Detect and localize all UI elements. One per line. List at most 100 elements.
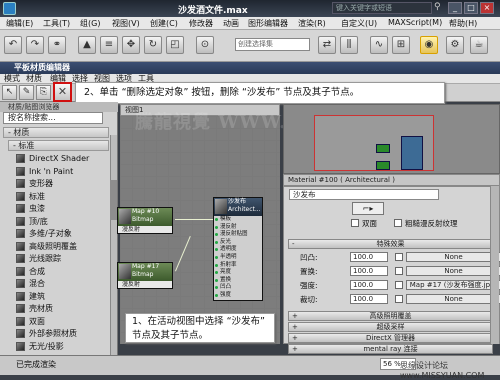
browser-scroll-thumb[interactable] — [110, 180, 117, 220]
material-slot[interactable]: 模板 — [214, 216, 262, 224]
material-list-item[interactable]: 高级照明覆盖 — [14, 241, 109, 252]
rotate-icon[interactable]: ↻ — [144, 36, 162, 54]
material-list-item[interactable]: Ink 'n Paint — [14, 166, 109, 177]
material-list-item[interactable]: 多维/子对象 — [14, 228, 109, 239]
maximize-icon[interactable]: □ — [464, 2, 478, 14]
category-materials[interactable]: - 材质 — [3, 127, 109, 138]
material-list-label: 双面 — [29, 316, 45, 326]
select-tool-icon[interactable]: ↖ — [2, 85, 17, 100]
param-map-checkbox[interactable] — [395, 281, 403, 289]
assign-material-icon[interactable]: ⎘ — [36, 85, 51, 100]
max-app-icon[interactable] — [3, 2, 16, 15]
material-slot[interactable]: 半透明 — [214, 254, 262, 262]
category-standard[interactable]: - 标准 — [8, 140, 109, 151]
node-map-a[interactable]: Map #10 Bitmap 漫反射 — [117, 207, 173, 234]
undo-icon[interactable]: ↶ — [4, 36, 22, 54]
param-scrollbar[interactable] — [490, 186, 499, 344]
scale-icon[interactable]: ◰ — [166, 36, 184, 54]
material-slot[interactable]: 亮度 — [214, 269, 262, 277]
menu-help[interactable]: 帮助(H) — [449, 18, 477, 29]
material-list-item[interactable]: 双面 — [14, 316, 109, 327]
menu-edit[interactable]: 编辑(E) — [6, 18, 33, 29]
minimize-icon[interactable]: _ — [448, 2, 462, 14]
param-spinner[interactable]: 100.0 — [350, 252, 388, 262]
move-icon[interactable]: ✥ — [122, 36, 140, 54]
delete-selected-button[interactable]: ✕ — [53, 82, 72, 102]
select-object-icon[interactable]: ▲ — [78, 36, 96, 54]
param-map-checkbox[interactable] — [395, 253, 403, 261]
render-setup-icon[interactable]: ⚙ — [446, 36, 464, 54]
render-icon[interactable]: ☕ — [470, 36, 488, 54]
material-list-item[interactable]: 混合 — [14, 278, 109, 289]
param-spinner[interactable]: 100.0 — [350, 266, 388, 276]
param-map-button[interactable]: None — [406, 252, 500, 262]
material-slot[interactable]: 漫反射贴图 — [214, 231, 262, 239]
redo-icon[interactable]: ↷ — [26, 36, 44, 54]
material-list-item[interactable]: 标准 — [14, 191, 109, 202]
slate-menu-material[interactable]: 材质 — [26, 74, 42, 84]
schematic-view-icon[interactable]: ⊞ — [392, 36, 410, 54]
menu-modifiers[interactable]: 修改器 — [189, 18, 213, 29]
curve-editor-icon[interactable]: ∿ — [370, 36, 388, 54]
select-by-name-icon[interactable]: ≡ — [100, 36, 118, 54]
material-list-item[interactable]: 变形器 — [14, 178, 109, 189]
material-slot[interactable]: 凹凸 — [214, 284, 262, 292]
param-map-button[interactable]: Map #17 (沙发布强度.jpg) — [406, 280, 500, 290]
two-sided-checkbox[interactable] — [351, 219, 359, 227]
material-list-item[interactable]: 顶/底 — [14, 216, 109, 227]
rough-diffuse-checkbox[interactable] — [394, 219, 402, 227]
browser-search-input[interactable]: 按名称搜索... — [3, 112, 103, 124]
material-list-item[interactable]: 光线跟踪 — [14, 253, 109, 264]
material-list-label: 无光/投影 — [29, 341, 64, 351]
menu-group[interactable]: 组(G) — [80, 18, 100, 29]
material-swatch-icon — [16, 279, 25, 288]
param-rollout[interactable]: + 高级照明覆盖 — [288, 311, 493, 321]
param-spinner[interactable]: 100.0 — [350, 294, 388, 304]
special-effects-rollout[interactable]: - 特殊效果 — [288, 239, 493, 249]
menu-maxscript[interactable]: MAXScript(M) — [388, 18, 442, 27]
rough-diffuse-label: 粗糙漫反射纹理 — [405, 219, 458, 228]
material-list-item[interactable]: 虫漆 — [14, 203, 109, 214]
material-list-item[interactable]: 建筑 — [14, 291, 109, 302]
menu-customize[interactable]: 自定义(U) — [341, 18, 377, 29]
param-spinner[interactable]: 100.0 — [350, 280, 388, 290]
param-map-button[interactable]: None — [406, 266, 500, 276]
node-material-sofa[interactable]: 沙发布 Architect... 模板 漫反射 漫反射贴图 反光 透明度 半透明 折射率 亮度置… — [213, 197, 263, 301]
material-name-field[interactable]: 沙发布 — [289, 189, 439, 200]
align-icon[interactable]: ⫼ — [340, 36, 358, 54]
material-list-item[interactable]: 壳材质 — [14, 303, 109, 314]
node-map-b[interactable]: Map #17 Bitmap 漫反射 — [117, 262, 173, 289]
material-list-item[interactable]: 无光/投影 — [14, 341, 109, 352]
selection-set-dropdown[interactable]: 创建选择集 — [235, 38, 310, 51]
menu-view[interactable]: 视图(V) — [112, 18, 140, 29]
navigator-view[interactable] — [283, 104, 500, 174]
slate-menu-modes[interactable]: 模式 — [4, 74, 20, 84]
menu-rendering[interactable]: 渲染(R) — [298, 18, 326, 29]
material-list-item[interactable]: 外部参照材质 — [14, 328, 109, 339]
param-map-button[interactable]: None — [406, 294, 500, 304]
search-icon[interactable]: ⚲ — [434, 2, 446, 14]
param-label: 裁切: — [300, 295, 318, 304]
material-list-item[interactable]: 合成 — [14, 266, 109, 277]
material-slot[interactable]: 透明度 — [214, 246, 262, 254]
menu-graph-editors[interactable]: 图形编辑器 — [248, 18, 288, 29]
material-type-button[interactable]: ⌐▸ — [352, 202, 384, 215]
param-map-checkbox[interactable] — [395, 295, 403, 303]
link-icon[interactable]: ⚭ — [48, 36, 66, 54]
snap-icon[interactable]: ⊙ — [196, 36, 214, 54]
param-map-checkbox[interactable] — [395, 267, 403, 275]
material-slot[interactable]: 强度 — [214, 292, 262, 300]
pick-material-icon[interactable]: ✎ — [19, 85, 34, 100]
mirror-icon[interactable]: ⇄ — [318, 36, 336, 54]
help-search-input[interactable]: 键入关键字或短语 — [332, 2, 432, 14]
param-rollout[interactable]: + mental ray 连接 — [288, 344, 493, 354]
param-rollout[interactable]: + DirectX 管理器 — [288, 333, 493, 343]
menu-animation[interactable]: 动画 — [223, 18, 239, 29]
menu-tools[interactable]: 工具(T) — [43, 18, 70, 29]
material-list-item[interactable]: DirectX Shader — [14, 153, 109, 164]
close-icon[interactable]: × — [480, 2, 494, 14]
param-rollout[interactable]: + 超级采样 — [288, 322, 493, 332]
menu-create[interactable]: 创建(C) — [150, 18, 178, 29]
material-editor-icon[interactable]: ◉ — [420, 36, 438, 54]
browser-scrollbar[interactable] — [110, 135, 117, 355]
